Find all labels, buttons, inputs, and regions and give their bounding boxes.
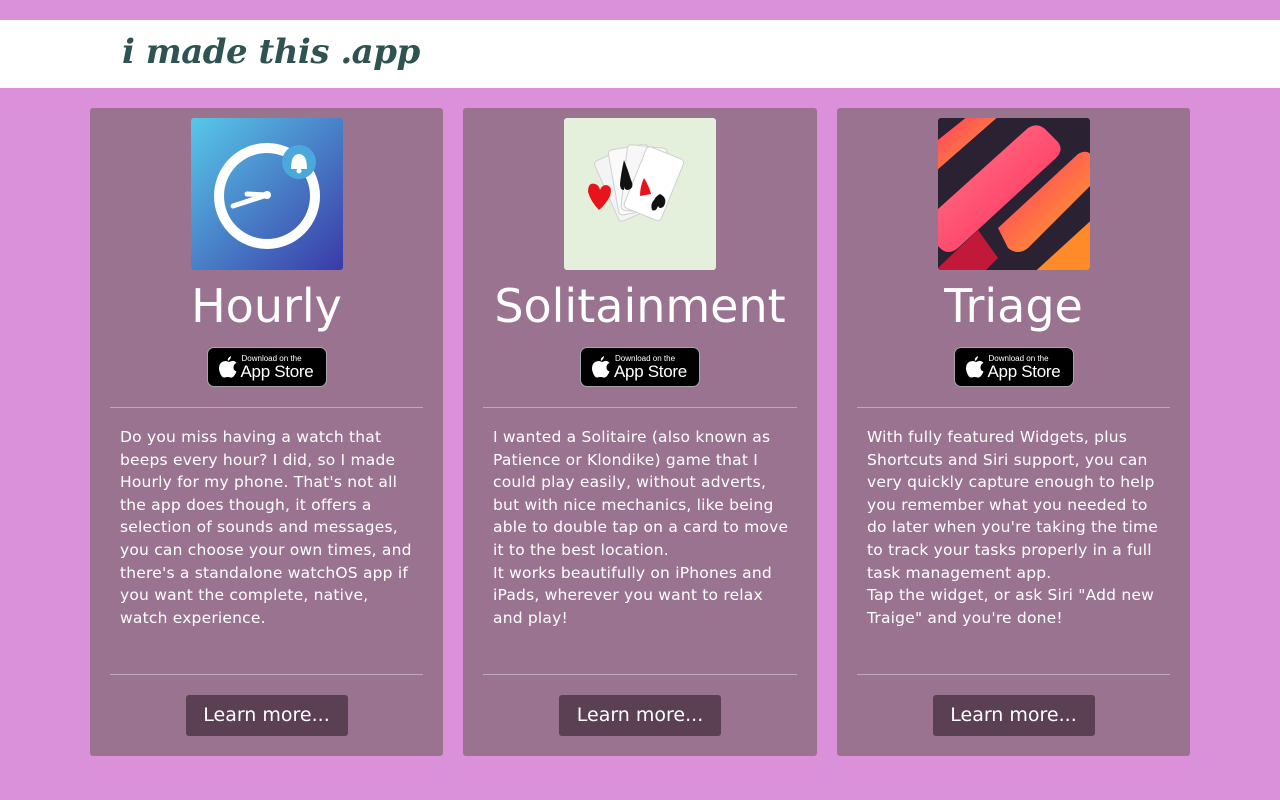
divider (483, 407, 797, 408)
learn-more-button[interactable]: Learn more... (932, 695, 1095, 736)
hourly-app-icon[interactable] (190, 118, 343, 270)
apple-logo-icon (218, 356, 236, 378)
app-description: Do you miss having a watch that beeps ev… (120, 426, 415, 629)
apple-logo-icon (592, 356, 610, 378)
app-card-triage: Triage Download on the App Store With fu… (837, 108, 1190, 756)
app-name: Solitainment (494, 279, 786, 333)
learn-more-button[interactable]: Learn more... (185, 695, 348, 736)
app-description: With fully featured Widgets, plus Shortc… (867, 426, 1162, 629)
app-store-badge[interactable]: Download on the App Store (206, 347, 327, 387)
site-header: i made this .app (0, 20, 1280, 88)
badge-big-text: App Store (614, 362, 687, 381)
description-paragraph: Tap the widget, or ask Siri "Add new Tra… (867, 586, 1154, 627)
site-title[interactable]: i made this .app (122, 32, 420, 72)
solitainment-app-icon[interactable] (564, 118, 716, 270)
divider (857, 674, 1170, 675)
description-paragraph: Do you miss having a watch that beeps ev… (120, 428, 412, 627)
divider (110, 674, 423, 675)
divider (483, 674, 797, 675)
learn-more-button[interactable]: Learn more... (559, 695, 721, 736)
app-name: Hourly (191, 279, 342, 333)
app-description: I wanted a Solitaire (also known as Pati… (493, 426, 789, 629)
app-card-solitainment: Solitainment Download on the App Store I… (463, 108, 817, 756)
app-store-badge[interactable]: Download on the App Store (580, 347, 700, 387)
triage-app-icon[interactable] (937, 118, 1090, 270)
apple-logo-icon (965, 356, 983, 378)
app-card-hourly: Hourly Download on the App Store Do you … (90, 108, 443, 756)
app-store-badge[interactable]: Download on the App Store (953, 347, 1074, 387)
badge-big-text: App Store (987, 362, 1061, 381)
description-paragraph: With fully featured Widgets, plus Shortc… (867, 428, 1159, 582)
description-paragraph: It works beautifully on iPhones and iPad… (493, 563, 772, 627)
app-cards: Hourly Download on the App Store Do you … (90, 108, 1190, 756)
badge-big-text: App Store (240, 362, 314, 381)
divider (110, 407, 423, 408)
divider (857, 407, 1170, 408)
app-name: Triage (944, 279, 1083, 333)
description-paragraph: I wanted a Solitaire (also known as Pati… (493, 428, 789, 559)
